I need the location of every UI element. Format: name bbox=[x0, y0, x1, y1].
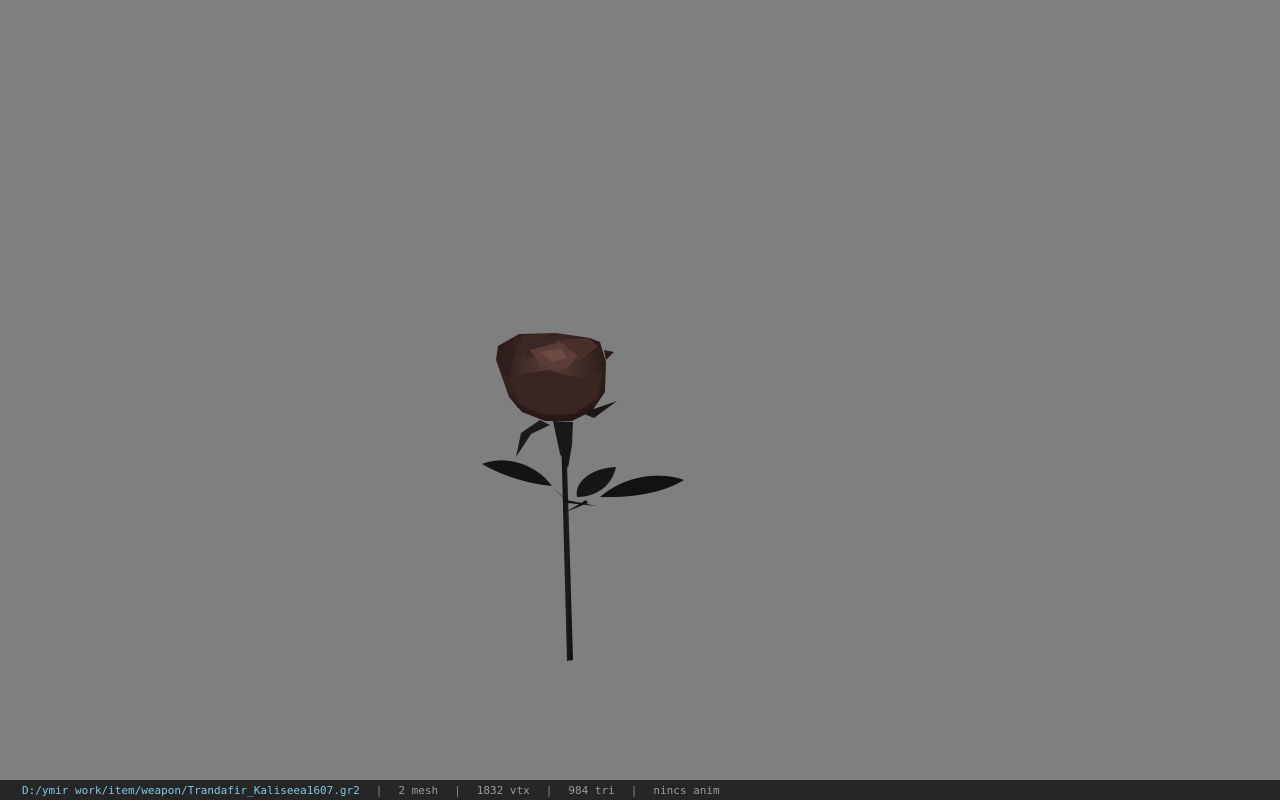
triangle-count: 984 tri bbox=[568, 783, 615, 797]
status-bar: D:/ymir work/item/weapon/Trandafir_Kalis… bbox=[0, 780, 1280, 800]
mesh-count: 2 mesh bbox=[398, 783, 439, 797]
separator: | bbox=[630, 783, 638, 797]
vertex-count: 1832 vtx bbox=[476, 783, 530, 797]
animation-status: nincs anim bbox=[653, 783, 720, 797]
3d-viewport[interactable] bbox=[0, 0, 1280, 780]
separator: | bbox=[375, 783, 383, 797]
rose-sepal-left bbox=[516, 420, 550, 457]
rose-model bbox=[482, 333, 684, 661]
separator: | bbox=[454, 783, 461, 797]
separator: | bbox=[545, 783, 553, 797]
rose-leaf-left bbox=[482, 460, 552, 486]
rose-leaf-right-large bbox=[600, 475, 684, 498]
file-path: D:/ymir work/item/weapon/Trandafir_Kalis… bbox=[22, 783, 360, 797]
